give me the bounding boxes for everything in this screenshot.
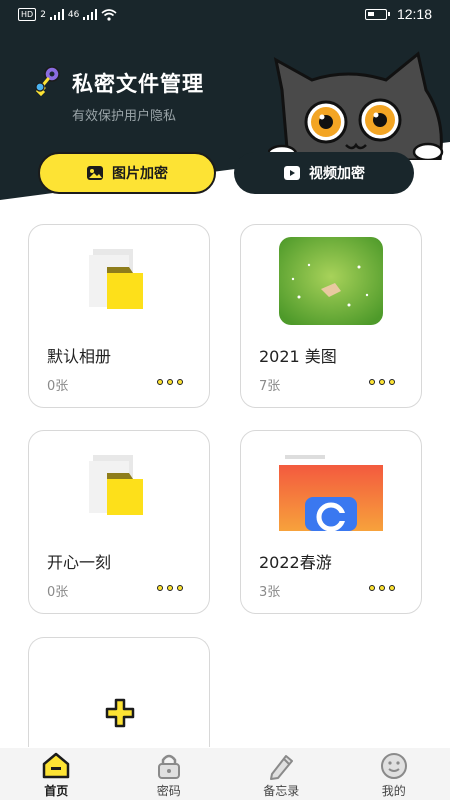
folder-icon [89,249,143,309]
header: 私密文件管理 有效保护用户隐私 图片加密 视频加密 [0,32,450,202]
more-options-icon[interactable] [157,379,183,385]
album-count: 7张 [259,379,281,394]
album-name: 2021 美图 [259,347,337,366]
album-name: 开心一刻 [47,553,112,572]
app-title: 私密文件管理 [72,72,204,96]
status-right: 12:18 [364,6,432,22]
wifi-icon [101,8,117,21]
battery-icon [364,8,390,20]
sim-number: 2 [40,9,46,20]
album-name: 2022春游 [259,553,332,572]
signal-icon [49,9,64,20]
tab-video-encrypt[interactable]: 视频加密 [234,152,414,194]
pencil-icon [270,755,294,780]
home-icon [43,752,70,779]
nav-memo[interactable]: 备忘录 [225,748,338,800]
nav-mine[interactable]: 我的 [338,748,450,800]
more-options-icon[interactable] [369,379,395,385]
album-card[interactable]: 2022春游 3张 [240,430,422,614]
nav-label: 备忘录 [263,784,300,798]
cat-mascot-icon [268,51,444,160]
key-icon [35,66,60,97]
tab-photo-label: 图片加密 [112,166,168,182]
app-subtitle: 有效保护用户隐私 [72,109,177,124]
album-card[interactable]: 开心一刻 0张 [28,430,210,614]
album-card[interactable]: 默认相册 0张 [28,224,210,408]
lock-icon [157,754,180,779]
status-bar: HD 2 46 12:18 [0,0,450,32]
add-album-card[interactable] [28,637,210,747]
bottom-nav: 首页 密码 备忘录 我的 [0,748,450,800]
image-icon [87,166,103,180]
tab-video-label: 视频加密 [309,166,365,182]
clock: 12:18 [396,6,432,22]
more-options-icon[interactable] [369,585,395,591]
smiley-icon [380,753,407,779]
album-count: 0张 [47,379,69,394]
green-grass-photo [279,237,383,325]
album-count: 3张 [259,585,281,600]
nav-label: 我的 [381,784,406,798]
album-name: 默认相册 [47,347,112,366]
nav-password[interactable]: 密码 [113,748,226,800]
tab-photo-encrypt[interactable]: 图片加密 [38,152,216,194]
nav-label: 密码 [156,784,181,798]
network-type: 46 [67,9,80,20]
plus-icon [105,698,135,728]
folder-icon [89,455,143,515]
app-screenshot-photo [279,443,383,531]
nav-label: 首页 [44,784,69,798]
video-icon [284,166,300,180]
album-card[interactable]: 2021 美图 7张 [240,224,422,408]
status-left: HD 2 46 [18,8,117,21]
nav-home[interactable]: 首页 [0,748,113,800]
signal-icon-2 [83,9,98,20]
hd-badge: HD [18,8,37,21]
more-options-icon[interactable] [157,585,183,591]
album-count: 0张 [47,585,69,600]
